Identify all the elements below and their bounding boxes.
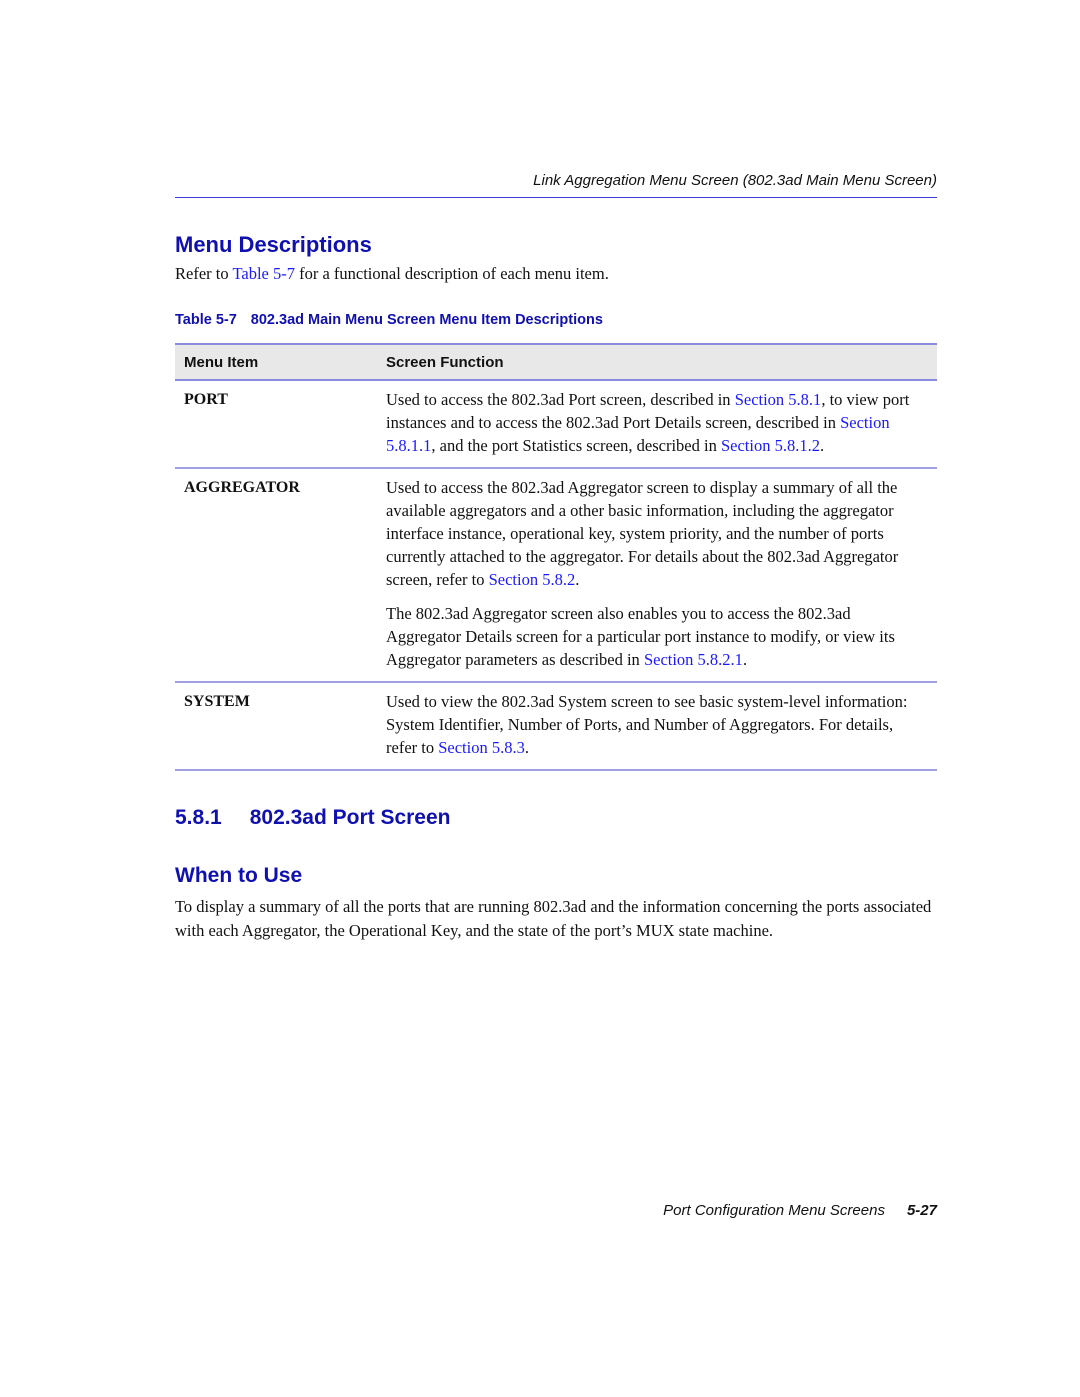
header-rule — [175, 197, 937, 198]
description-paragraph: The 802.3ad Aggregator screen also enabl… — [386, 602, 927, 671]
description-text: . — [575, 570, 580, 589]
screen-function-port: Used to access the 802.3ad Port screen, … — [376, 380, 937, 469]
description-text: . — [742, 650, 748, 669]
section-5-8-1-link[interactable]: Section 5.8.1 — [735, 390, 822, 409]
section-5-8-2-link[interactable]: Section 5.8.2 — [489, 570, 576, 589]
table-row-aggregator: AGGREGATOR Used to access the 802.3ad Ag… — [175, 468, 937, 683]
menu-item-system: SYSTEM — [175, 682, 376, 771]
screen-function-aggregator: Used to access the 802.3ad Aggregator sc… — [376, 468, 937, 683]
menu-item-aggregator: AGGREGATOR — [175, 468, 376, 683]
description-paragraph: Used to view the 802.3ad System screen t… — [386, 690, 927, 759]
section-5-8-1-2-link[interactable]: Section 5.8.1.2 — [721, 436, 820, 455]
table-caption-title: 802.3ad Main Menu Screen Menu Item Descr… — [250, 312, 603, 328]
intro-suffix: for a functional description of each men… — [294, 264, 609, 283]
description-paragraph: Used to access the 802.3ad Aggregator sc… — [386, 476, 927, 591]
description-text: . — [819, 436, 825, 455]
when-to-use-heading: When to Use — [175, 864, 303, 887]
column-header-menu-item: Menu Item — [175, 343, 376, 381]
menu-descriptions-heading: Menu Descriptions — [175, 232, 372, 257]
description-text: . — [524, 738, 529, 757]
description-text: , and the port Statistics screen, descri… — [431, 436, 721, 455]
menu-descriptions-intro: Refer to Table 5-7 for a functional desc… — [175, 264, 609, 284]
description-paragraph: Used to access the 802.3ad Port screen, … — [386, 388, 927, 457]
section-number: 5.8.1 — [175, 806, 222, 829]
section-5-8-1-heading: 5.8.1 802.3ad Port Screen — [175, 806, 451, 830]
footer-chapter-title: Port Configuration Menu Screens — [663, 1202, 885, 1219]
table-row-system: SYSTEM Used to view the 802.3ad System s… — [175, 682, 937, 771]
intro-prefix: Refer to — [175, 264, 233, 283]
screen-function-system: Used to view the 802.3ad System screen t… — [376, 682, 937, 771]
table-header-row: Menu Item Screen Function — [175, 343, 937, 381]
page-number: 5-27 — [906, 1202, 937, 1219]
column-header-screen-function: Screen Function — [376, 343, 937, 381]
page-footer: Port Configuration Menu Screens 5-27 — [175, 1202, 937, 1219]
when-to-use-body: To display a summary of all the ports th… — [175, 897, 932, 940]
running-head: Link Aggregation Menu Screen (802.3ad Ma… — [533, 172, 937, 189]
table-5-7-link[interactable]: Table 5-7 — [232, 264, 295, 283]
section-5-8-3-link[interactable]: Section 5.8.3 — [438, 738, 525, 757]
menu-item-port: PORT — [175, 380, 376, 469]
section-title: 802.3ad Port Screen — [249, 806, 451, 829]
menu-item-descriptions-table: Menu Item Screen Function PORT Used to a… — [175, 343, 937, 771]
description-text: Used to access the 802.3ad Port screen, … — [386, 390, 735, 409]
description-text: The 802.3ad Aggregator screen also enabl… — [386, 604, 895, 669]
table-caption: Table 5-7 802.3ad Main Menu Screen Menu I… — [175, 312, 603, 328]
section-5-8-2-1-link[interactable]: Section 5.8.2.1 — [644, 650, 743, 669]
description-text: Used to access the 802.3ad Aggregator sc… — [386, 478, 899, 589]
table-row-port: PORT Used to access the 802.3ad Port scr… — [175, 380, 937, 469]
table-caption-number: Table 5-7 — [175, 312, 237, 328]
